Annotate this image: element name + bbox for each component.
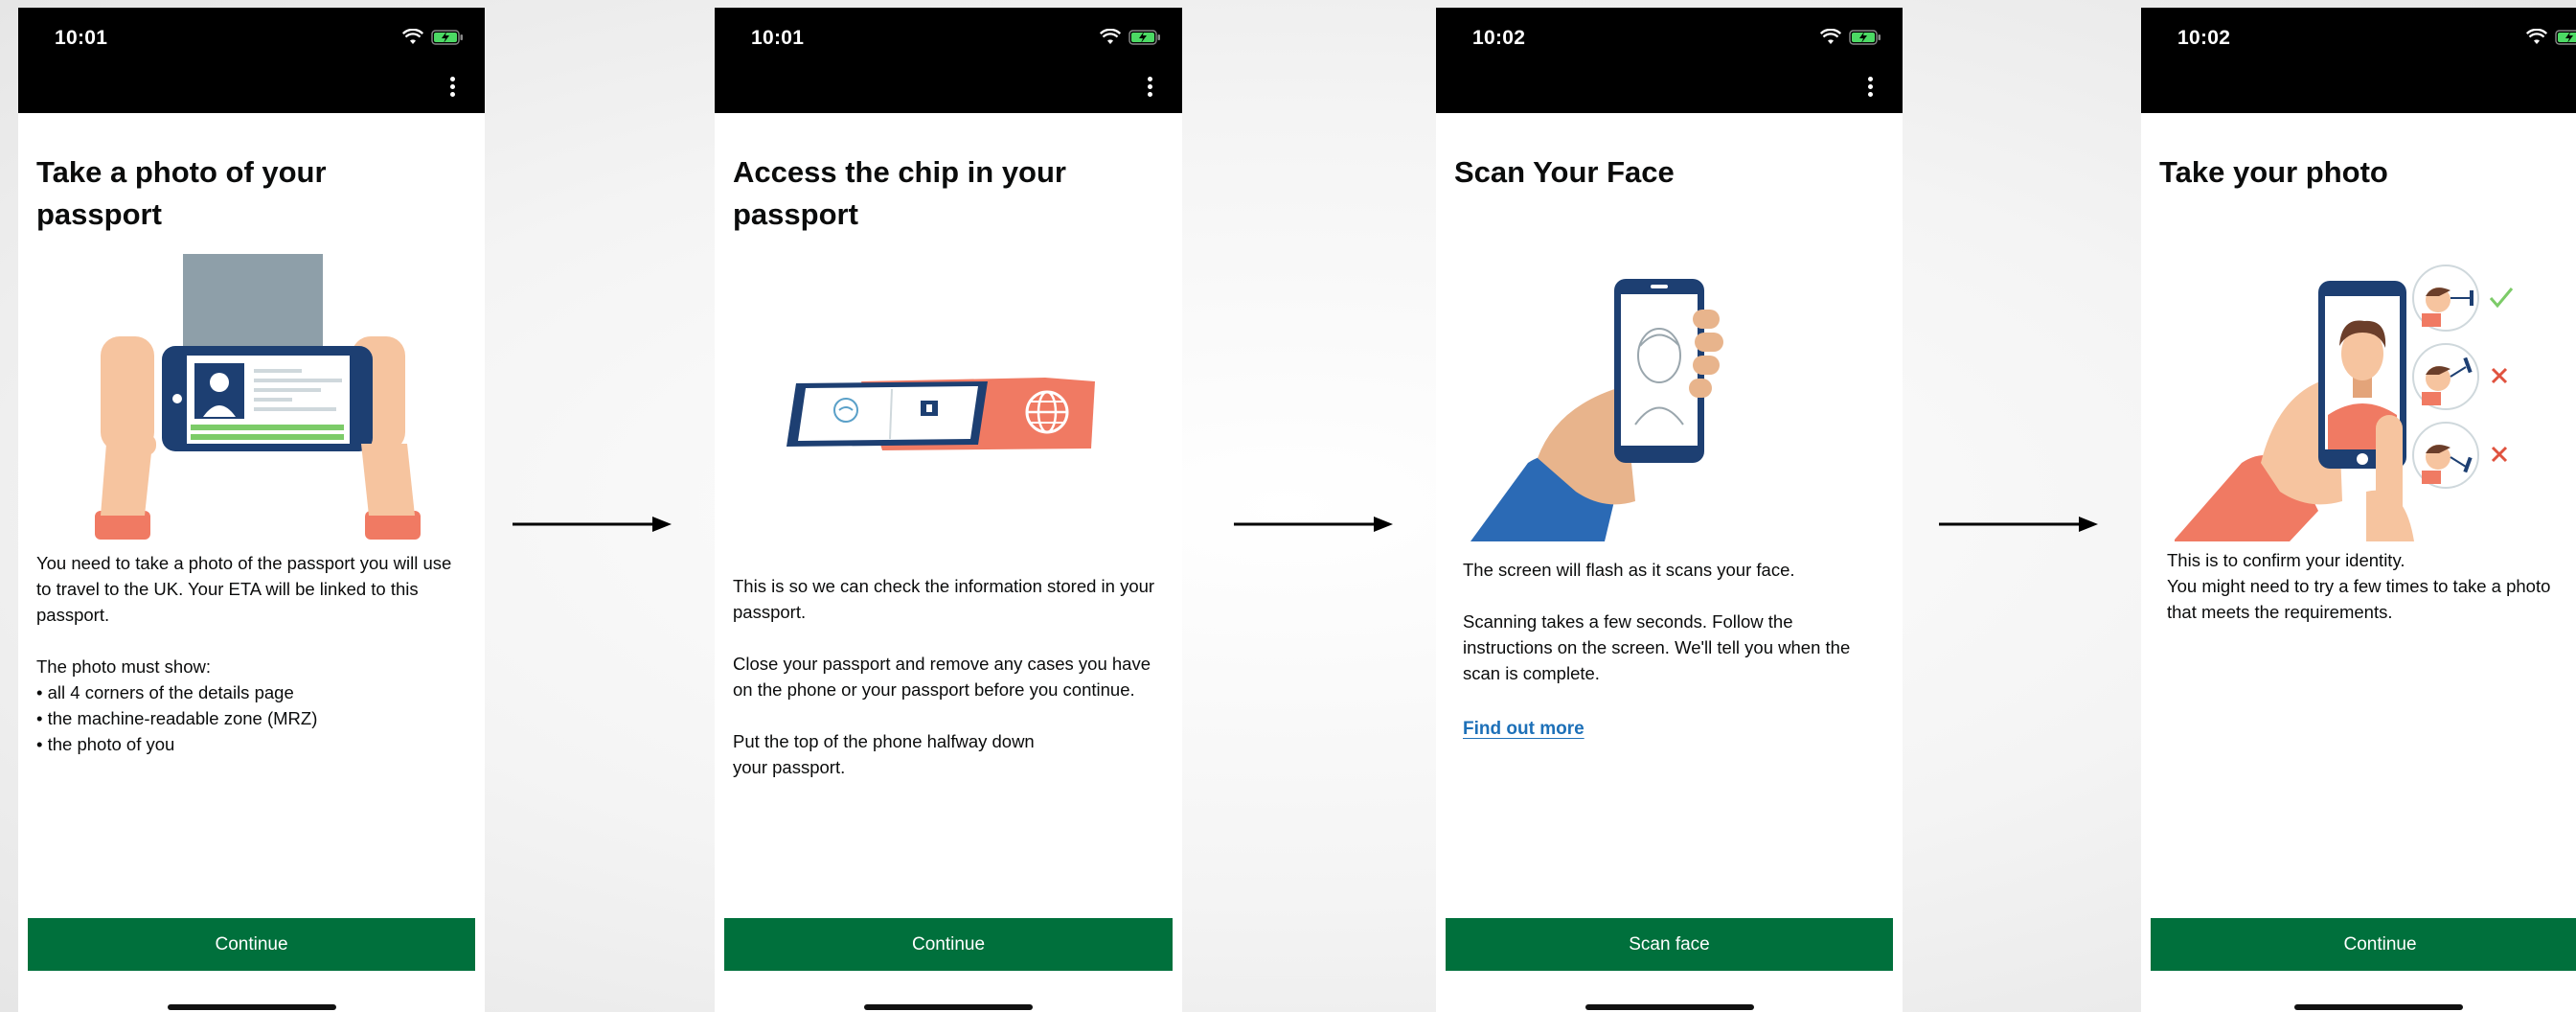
cross-icon <box>2491 367 2508 384</box>
status-bar: 10:02 <box>2141 8 2576 113</box>
selfie-illustration <box>2175 264 2514 541</box>
passport-chip-illustration <box>786 378 1095 450</box>
paragraph: This is to confirm your identity. <box>2167 550 2405 570</box>
body-text: This is so we can check the information … <box>733 573 1165 806</box>
check-icon <box>2489 288 2514 309</box>
paragraph: Close your passport and remove any cases… <box>733 654 1151 700</box>
wifi-icon <box>2526 29 2547 44</box>
page-title: Scan Your Face <box>1454 155 1675 189</box>
list-item: the photo of you <box>36 731 467 757</box>
arrow-right-icon <box>1234 517 1393 532</box>
continue-button[interactable]: Continue <box>28 918 475 971</box>
paragraph: Put the top of the phone halfway down yo… <box>733 731 1035 777</box>
continue-button[interactable]: Continue <box>724 918 1173 971</box>
arrow-right-icon <box>513 517 672 532</box>
more-vertical-icon[interactable] <box>1148 77 1153 98</box>
screen-scan-face: 10:02 Scan Your Face The screen will fla… <box>1436 8 1903 1012</box>
wifi-icon <box>402 29 423 44</box>
battery-charging-icon <box>431 29 463 45</box>
paragraph: The screen will flash as it scans your f… <box>1463 560 1795 580</box>
paragraph: The photo must show: <box>36 656 212 677</box>
home-indicator[interactable] <box>167 1004 336 1010</box>
status-time: 10:02 <box>1472 27 1526 49</box>
status-time: 10:01 <box>55 27 108 49</box>
status-bar: 10:02 <box>1436 8 1903 113</box>
paragraph: You might need to try a few times to tak… <box>2167 576 2551 622</box>
continue-button[interactable]: Continue <box>2151 918 2576 971</box>
scan-face-button[interactable]: Scan face <box>1446 918 1893 971</box>
home-indicator[interactable] <box>864 1004 1033 1010</box>
battery-charging-icon <box>2555 29 2576 45</box>
page-title: Take your photo <box>2159 155 2388 189</box>
body-text: The screen will flash as it scans your f… <box>1463 557 1885 712</box>
find-out-more-link[interactable]: Find out more <box>1463 719 1584 740</box>
status-bar: 10:01 <box>18 8 485 113</box>
wifi-icon <box>1100 29 1121 44</box>
paragraph: Scanning takes a few seconds. Follow the… <box>1463 611 1851 683</box>
screen-access-chip: 10:01 Access the chip in your passport T… <box>715 8 1182 1012</box>
cross-icon <box>2491 446 2508 463</box>
battery-charging-icon <box>1849 29 1881 45</box>
screen-passport-photo: 10:01 Take a photo of your passport You … <box>18 8 485 1012</box>
paragraph: This is so we can check the information … <box>733 576 1155 622</box>
status-time: 10:02 <box>2177 27 2231 49</box>
wifi-icon <box>1820 29 1841 44</box>
list-item: all 4 corners of the details page <box>36 679 467 705</box>
more-vertical-icon[interactable] <box>1868 77 1874 98</box>
face-scan-illustration <box>1470 279 1723 541</box>
passport-photo-illustration <box>95 254 421 540</box>
paragraph: You need to take a photo of the passport… <box>36 553 452 625</box>
list-item: the machine-readable zone (MRZ) <box>36 705 467 731</box>
body-text: This is to confirm your identity. You mi… <box>2167 547 2576 651</box>
page-title: Access the chip in your passport <box>733 155 1066 231</box>
arrow-right-icon <box>1939 517 2098 532</box>
more-vertical-icon[interactable] <box>450 77 456 98</box>
battery-charging-icon <box>1128 29 1160 45</box>
status-bar: 10:01 <box>715 8 1182 113</box>
requirements-list: all 4 corners of the details page the ma… <box>36 679 467 757</box>
home-indicator[interactable] <box>1584 1004 1754 1010</box>
home-indicator[interactable] <box>2294 1004 2463 1010</box>
body-text: You need to take a photo of the passport… <box>36 550 467 757</box>
status-time: 10:01 <box>751 27 805 49</box>
screen-take-photo: 10:02 Take your photo This is to confirm… <box>2141 8 2576 1012</box>
page-title: Take a photo of your passport <box>36 155 327 231</box>
